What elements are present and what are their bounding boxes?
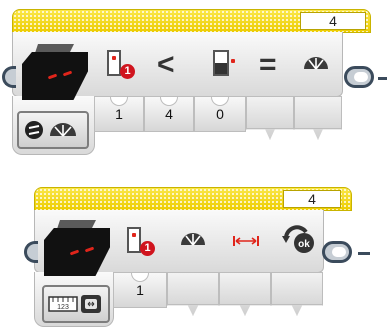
svg-text:123: 123 [57,304,69,311]
reflected-light-gauge-icon [303,56,329,70]
sequence-wire-out [358,252,370,255]
input-value: 1 [136,282,144,298]
input-slots: 1 4 0 [94,96,342,140]
port-badge: 1 [140,241,155,256]
reset-ok-icon: ok [282,224,316,254]
output-3[interactable] [271,272,323,316]
reflected-light-mode-icon [49,123,77,137]
compare-port-icon[interactable] [213,50,237,80]
color-sensor-icon[interactable] [22,44,92,102]
input-value: 0 [216,106,224,122]
output-1[interactable] [167,272,219,316]
color-sensor-compare-block[interactable]: 4 1 < = 1 4 0 [0,0,387,165]
calibrate-mode-icon: 123 [48,293,104,315]
wire-count-box: 4 [300,12,366,30]
mode-selector[interactable]: 123 [42,285,110,323]
port-value-input[interactable]: 1 [113,272,167,308]
sequence-wire-out [378,77,387,80]
compare-mode-icon [24,120,44,140]
threshold-input[interactable]: 0 [194,96,246,132]
input-slots: 1 [113,272,323,316]
compare-result-output[interactable] [246,96,294,140]
sequence-plug-in[interactable] [24,241,38,263]
port-badge: 1 [120,64,135,79]
equals-symbol: = [259,48,277,81]
port-selector-icon[interactable]: 1 [127,227,159,257]
port-selector-icon[interactable]: 1 [107,50,139,80]
color-sensor-icon[interactable] [44,220,114,278]
compare-type-input[interactable]: 4 [144,96,194,132]
output-2[interactable] [219,272,271,316]
svg-text:ok: ok [298,239,310,250]
wire-count-box: 4 [283,190,341,208]
input-value: 1 [115,106,123,122]
reflected-light-gauge-icon [180,232,206,246]
compare-operator-symbol: < [157,48,175,81]
min-max-range-icon [232,234,260,246]
sequence-plug-in[interactable] [2,66,16,88]
sequence-plug-out[interactable] [344,66,374,88]
port-value-input[interactable]: 1 [94,96,144,132]
color-sensor-calibrate-block[interactable]: 4 1 ok 123 1 [0,180,387,334]
input-value: 4 [165,106,173,122]
measured-value-output[interactable] [294,96,342,140]
mode-selector[interactable] [17,111,89,149]
sequence-plug-out[interactable] [322,241,352,263]
